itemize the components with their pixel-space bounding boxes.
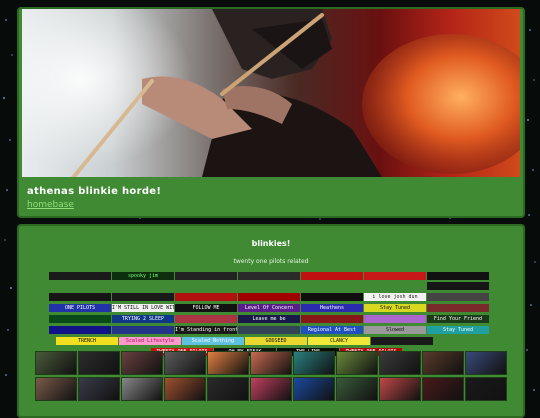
thumbnail[interactable] xyxy=(121,351,163,375)
blinkie[interactable]: Scaled Lifestyle xyxy=(119,337,181,345)
thumbnail[interactable] xyxy=(164,351,206,375)
thumbnail[interactable] xyxy=(336,351,378,375)
page-title: athenas blinkie horde! xyxy=(27,186,162,197)
blinkie[interactable]: ONE PILOTS xyxy=(49,304,111,312)
thumbnail[interactable] xyxy=(422,377,464,401)
blinkie[interactable] xyxy=(238,272,300,280)
blinkie[interactable] xyxy=(175,272,237,280)
thumbnail[interactable] xyxy=(250,351,292,375)
blinkie[interactable] xyxy=(238,293,300,301)
blinkie[interactable] xyxy=(427,304,489,312)
blinkie[interactable]: TRENCH xyxy=(56,337,118,345)
blinkie[interactable]: FOLLOW ME xyxy=(175,304,237,312)
blinkie[interactable]: GODSEED xyxy=(245,337,307,345)
blinkie[interactable] xyxy=(364,272,426,280)
blinkie[interactable]: i love josh dun xyxy=(364,293,426,301)
section-title: blinkies! xyxy=(251,239,291,248)
thumbnail[interactable] xyxy=(164,377,206,401)
blinkie[interactable]: TRYING 2 SLEEP xyxy=(112,315,174,323)
thumbnail[interactable] xyxy=(121,377,163,401)
header-panel: athenas blinkie horde! homebase xyxy=(17,7,525,218)
thumbnail[interactable] xyxy=(336,377,378,401)
blinkie[interactable] xyxy=(112,293,174,301)
thumbnail[interactable] xyxy=(465,351,507,375)
thumbnail[interactable] xyxy=(379,351,421,375)
blinkie[interactable] xyxy=(238,326,300,334)
blinkie[interactable] xyxy=(427,293,489,301)
blinkie[interactable] xyxy=(427,282,489,290)
thumbnail[interactable] xyxy=(35,351,77,375)
blinkie[interactable]: Scaled Nothing xyxy=(182,337,244,345)
thumbnail[interactable] xyxy=(207,377,249,401)
blinkie[interactable]: Leave me be xyxy=(238,315,300,323)
thumbnail[interactable] xyxy=(78,351,120,375)
blinkie[interactable] xyxy=(364,315,426,323)
blinkie[interactable]: CLANCY xyxy=(308,337,370,345)
thumbnail[interactable] xyxy=(422,351,464,375)
thumbnail[interactable] xyxy=(465,377,507,401)
section-subtitle: twenty one pilots related xyxy=(233,258,309,265)
blinkie[interactable]: I'm Standing in front of 1 xyxy=(175,326,237,334)
blinkie[interactable] xyxy=(301,272,363,280)
thumbnail[interactable] xyxy=(250,377,292,401)
blinkie[interactable]: Stay Tuned xyxy=(427,326,489,334)
blinkie[interactable] xyxy=(175,315,237,323)
blinkie[interactable]: spooky jim xyxy=(112,272,174,280)
blinkie[interactable]: Find Your Friend xyxy=(427,315,489,323)
blinkie[interactable] xyxy=(175,293,237,301)
blinkie[interactable]: Stay Tuned xyxy=(364,304,426,312)
blinkie[interactable] xyxy=(301,315,363,323)
thumbnail[interactable] xyxy=(207,351,249,375)
thumbnail[interactable] xyxy=(293,351,335,375)
blinkie[interactable] xyxy=(49,326,111,334)
homebase-link[interactable]: homebase xyxy=(27,200,74,210)
thumbnail[interactable] xyxy=(78,377,120,401)
thumbnail[interactable] xyxy=(35,377,77,401)
hero-drummer-image xyxy=(22,9,520,177)
blinkie[interactable]: I'M STILL IN LOVE WITH JOSH xyxy=(112,304,174,312)
blinkie[interactable] xyxy=(49,293,111,301)
blinkie[interactable]: Regional At Best xyxy=(301,326,363,334)
thumbnail[interactable] xyxy=(379,377,421,401)
blinkie[interactable] xyxy=(49,315,111,323)
blinkies-panel: blinkies! twenty one pilots related spoo… xyxy=(17,224,525,418)
blinkie[interactable] xyxy=(49,272,111,280)
blinkie[interactable] xyxy=(301,293,363,301)
blinkie[interactable]: Level Of Concern xyxy=(238,304,300,312)
blinkie[interactable]: Slowed xyxy=(364,326,426,334)
blinkie[interactable] xyxy=(427,272,489,280)
blinkie[interactable] xyxy=(112,326,174,334)
thumbnail[interactable] xyxy=(293,377,335,401)
blinkie[interactable] xyxy=(371,337,433,345)
blinkie[interactable]: Heathens xyxy=(301,304,363,312)
